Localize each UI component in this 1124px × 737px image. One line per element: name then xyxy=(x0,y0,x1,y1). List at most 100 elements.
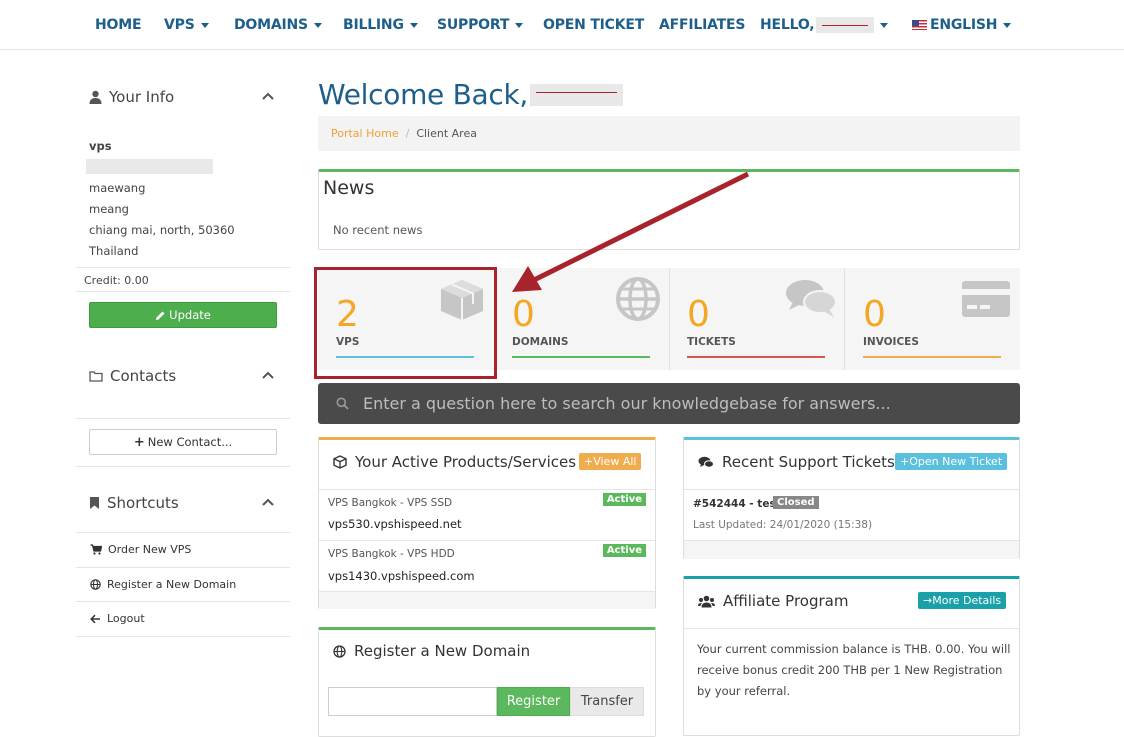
product-host: vps1430.vpshispeed.com xyxy=(328,569,475,583)
register-domain-title: Register a New Domain xyxy=(354,642,531,660)
register-button[interactable]: Register xyxy=(497,687,570,716)
update-label: Update xyxy=(169,308,211,322)
cart-icon xyxy=(90,544,102,555)
nav-vps-label: VPS xyxy=(164,17,195,33)
breadcrumb: Portal Home / Client Area xyxy=(318,116,1020,151)
nav-open-ticket[interactable]: OPEN TICKET xyxy=(543,17,644,33)
pencil-icon xyxy=(156,311,165,320)
tile-count: 0 xyxy=(512,294,535,335)
affiliate-header: Affiliate Program xyxy=(698,592,848,610)
tile-count: 0 xyxy=(863,294,886,335)
address-line: meang xyxy=(89,202,129,216)
new-contact-label: New Contact... xyxy=(147,435,233,449)
more-details-button[interactable]: →More Details xyxy=(918,592,1007,609)
ticket-subject: #542444 - test xyxy=(693,498,781,510)
tile-underline xyxy=(512,356,650,358)
your-info-title: Your Info xyxy=(109,88,175,106)
caret-down-icon xyxy=(313,22,322,28)
products-panel: Your Active Products/Services +View All … xyxy=(318,437,656,609)
divider xyxy=(76,466,290,467)
affiliate-panel: Affiliate Program →More Details Your cur… xyxy=(683,576,1020,736)
chevron-up-icon[interactable] xyxy=(262,371,274,379)
tile-invoices[interactable]: 0 INVOICES xyxy=(845,268,1020,370)
view-all-label: View All xyxy=(593,455,637,468)
product-name: VPS Bangkok - VPS HDD xyxy=(328,548,455,560)
product-host: vps530.vpshispeed.net xyxy=(328,517,462,531)
address-line: maewang xyxy=(89,181,146,195)
nav-home[interactable]: HOME xyxy=(95,17,142,33)
chevron-up-icon[interactable] xyxy=(262,498,274,506)
comments-icon xyxy=(786,280,837,317)
transfer-button[interactable]: Transfer xyxy=(570,687,644,716)
redacted-name xyxy=(86,159,213,174)
tickets-title: Recent Support Tickets xyxy=(722,453,895,471)
panel-footer xyxy=(319,591,655,609)
news-title: News xyxy=(323,177,375,199)
your-info-header[interactable]: Your Info xyxy=(76,88,290,106)
contacts-header[interactable]: Contacts xyxy=(76,367,290,385)
nav-account[interactable]: HELLO, xyxy=(760,17,889,33)
address-line: chiang mai, north, 50360 xyxy=(89,223,235,237)
caret-down-icon xyxy=(200,22,209,28)
caret-down-icon xyxy=(409,22,418,28)
contacts-title: Contacts xyxy=(110,367,177,385)
shortcut-label: Order New VPS xyxy=(108,543,192,556)
shortcut-logout[interactable]: Logout xyxy=(90,612,145,625)
affiliate-text: Your current commission balance is THB. … xyxy=(697,642,1011,698)
nav-affiliates[interactable]: AFFILIATES xyxy=(659,17,745,33)
nav-domains[interactable]: DOMAINS xyxy=(234,17,322,33)
folder-icon xyxy=(89,371,103,382)
list-item[interactable]: #542444 - test Closed Last Updated: 24/0… xyxy=(684,490,1019,540)
divider xyxy=(76,636,290,637)
breadcrumb-home[interactable]: Portal Home xyxy=(331,127,399,140)
nav-support[interactable]: SUPPORT xyxy=(437,17,524,33)
update-button[interactable]: Update xyxy=(89,302,277,328)
kb-search-bar[interactable]: Enter a question here to search our know… xyxy=(318,383,1020,424)
tile-label: INVOICES xyxy=(863,336,919,348)
kb-search-placeholder: Enter a question here to search our know… xyxy=(363,394,891,413)
user-icon xyxy=(89,90,102,104)
nav-domains-label: DOMAINS xyxy=(234,17,308,33)
arrow-right-icon: → xyxy=(923,594,933,607)
caret-down-icon xyxy=(1003,22,1012,28)
globe-icon xyxy=(90,579,101,590)
domain-search-input[interactable] xyxy=(328,687,497,716)
nav-vps[interactable]: VPS xyxy=(164,17,209,33)
list-item[interactable]: VPS Bangkok - VPS HDD Active vps1430.vps… xyxy=(319,541,655,591)
status-badge: Active xyxy=(602,493,646,506)
nav-billing[interactable]: BILLING xyxy=(343,17,418,33)
caret-down-icon xyxy=(515,22,524,28)
nav-support-label: SUPPORT xyxy=(437,17,510,33)
nav-language[interactable]: ENGLISH xyxy=(912,17,1012,33)
comments-icon xyxy=(698,456,714,468)
divider xyxy=(76,532,290,533)
welcome-text: Welcome Back, xyxy=(318,78,528,111)
products-header: Your Active Products/Services xyxy=(333,453,576,471)
new-contact-button[interactable]: + New Contact... xyxy=(89,429,277,455)
breadcrumb-separator: / xyxy=(405,127,410,140)
divider xyxy=(76,267,290,268)
plus-icon: + xyxy=(900,455,910,468)
shortcuts-header[interactable]: Shortcuts xyxy=(76,494,290,512)
plus-icon: + xyxy=(584,455,594,468)
view-all-button[interactable]: +View All xyxy=(579,453,642,470)
credit-balance: Credit: 0.00 xyxy=(84,274,149,287)
caret-down-icon xyxy=(880,22,889,28)
nav-billing-label: BILLING xyxy=(343,17,404,33)
tickets-panel: Recent Support Tickets +Open New Ticket … xyxy=(683,437,1020,559)
chevron-up-icon[interactable] xyxy=(262,92,274,100)
open-new-ticket-button[interactable]: +Open New Ticket xyxy=(895,453,1008,470)
list-item[interactable]: VPS Bangkok - VPS SSD Active vps530.vpsh… xyxy=(319,490,655,540)
divider xyxy=(684,628,1019,629)
highlight-box xyxy=(314,267,497,379)
shortcut-order-vps[interactable]: Order New VPS xyxy=(90,543,191,556)
tile-label: DOMAINS xyxy=(512,336,569,348)
divider xyxy=(76,567,290,568)
tile-underline xyxy=(863,356,1001,358)
shortcut-register-domain[interactable]: Register a New Domain xyxy=(90,578,236,591)
tile-count: 0 xyxy=(687,294,710,335)
globe-icon xyxy=(333,644,346,658)
status-badge: Closed xyxy=(773,496,819,509)
panel-footer xyxy=(684,540,1019,559)
redacted-firstname xyxy=(529,84,623,106)
